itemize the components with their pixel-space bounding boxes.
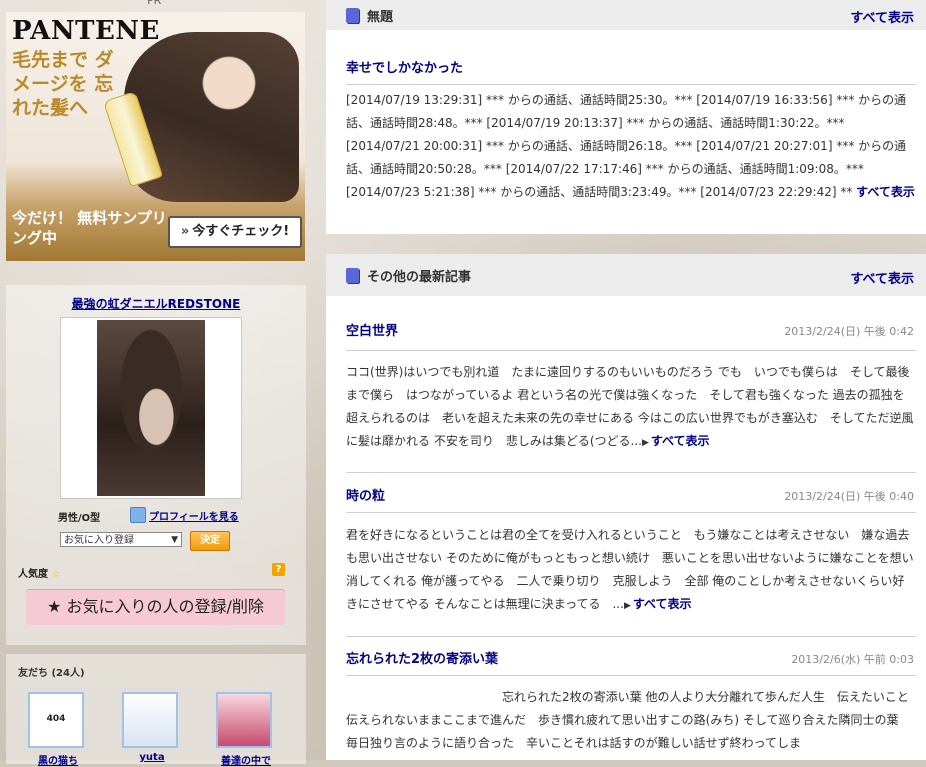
show-all-link[interactable]: すべて表示 bbox=[850, 268, 914, 287]
divider bbox=[346, 350, 916, 351]
entry-body-text: ココ(世界)はいつでも別れ道 たまに遠回りするのもいいものだろう でも いつでも… bbox=[346, 365, 914, 448]
divider bbox=[346, 675, 916, 676]
decide-button[interactable]: 決定 bbox=[190, 531, 230, 551]
left-sidebar: PR PANTENE 毛先まで ダメージを 忘れた髪へ 今だけ！ 無料サンプリン… bbox=[0, 0, 316, 767]
profile-gender: 男性/O型 bbox=[58, 513, 101, 524]
recent-articles-panel: その他の最新記事 すべて表示 空白世界 2013/2/24(日) 午後 0:42… bbox=[326, 254, 926, 760]
inline-show-all-label: すべて表示 bbox=[632, 597, 692, 611]
panel-header: 無題 すべて表示 bbox=[326, 0, 926, 30]
inline-show-all-link[interactable]: ▶ すべて表示 bbox=[624, 597, 692, 611]
divider bbox=[346, 636, 916, 637]
entry-title-link[interactable]: 幸せでしかなかった bbox=[346, 57, 463, 76]
entry-date: 2013/2/6(水) 午前 0:03 bbox=[791, 653, 914, 666]
pr-label: PR bbox=[147, 0, 162, 7]
entry-date: 2013/2/24(日) 午後 0:42 bbox=[784, 325, 914, 338]
star-icon: ☆ bbox=[51, 569, 61, 580]
favorite-select-value: お気に入り登録 bbox=[64, 535, 134, 546]
triangle-right-icon: ▶ bbox=[641, 438, 649, 448]
inline-show-all-label: すべて表示 bbox=[650, 434, 710, 448]
entry-title-link[interactable]: 空白世界 bbox=[346, 320, 398, 339]
friends-title: 友だち (24人) bbox=[18, 668, 85, 679]
ad-promo: 今だけ！ 無料サンプリング中 bbox=[12, 209, 167, 247]
ad-brand: PANTENE bbox=[12, 16, 160, 46]
profile-icon bbox=[130, 507, 146, 523]
favorite-select[interactable]: お気に入り登録 ▼ bbox=[60, 532, 182, 547]
entry-body: 君を好きになるということは君の全てを受け入れるということ もう嫌なことは考えさせ… bbox=[346, 524, 916, 618]
book-icon bbox=[346, 268, 359, 283]
divider bbox=[346, 512, 916, 513]
triangle-right-icon: ▶ bbox=[623, 601, 631, 611]
popularity-text: 人気度 bbox=[18, 569, 48, 580]
entry-title-link[interactable]: 時の粒 bbox=[346, 485, 385, 504]
friend-thumbnail[interactable] bbox=[216, 692, 272, 748]
entry-title-link[interactable]: 忘れられた2枚の寄添い葉 bbox=[346, 648, 498, 667]
popularity-label: 人気度 ☆ bbox=[18, 565, 60, 580]
friend-thumbnail[interactable] bbox=[122, 692, 178, 748]
panel-header: その他の最新記事 すべて表示 bbox=[326, 254, 926, 296]
profile-photo[interactable] bbox=[97, 320, 205, 496]
inline-show-all-link[interactable]: すべて表示 bbox=[856, 185, 915, 199]
entry-body: ココ(世界)はいつでも別れ道 たまに遠回りするのもいいものだろう でも いつでも… bbox=[346, 361, 916, 455]
entry-body: [2014/07/19 13:29:31] *** からの通話、通話時間25:3… bbox=[346, 89, 916, 204]
view-profile-label: プロフィールを見る bbox=[149, 511, 239, 523]
friend-thumb-text: 404 bbox=[46, 714, 66, 724]
favorite-toggle-button[interactable]: ★ お気に入りの人の登録/削除 bbox=[26, 589, 285, 625]
friend-thumbnail[interactable]: 404 bbox=[28, 692, 84, 748]
dropdown-caret-icon: ▼ bbox=[171, 535, 178, 545]
untitled-panel: 無題 すべて表示 幸せでしかなかった [2014/07/19 13:29:31]… bbox=[326, 0, 926, 234]
ad-cta-label: 今すぐチェック! bbox=[192, 224, 290, 239]
entry-date: 2013/2/24(日) 午後 0:40 bbox=[784, 490, 914, 503]
friend-item[interactable]: 404 黒の猫ち bbox=[28, 692, 88, 767]
profile-photo-frame[interactable] bbox=[60, 317, 242, 499]
divider bbox=[346, 84, 916, 85]
entry-body-text: [2014/07/19 13:29:31] *** からの通話、通話時間25:3… bbox=[346, 93, 907, 199]
panel-title: 無題 bbox=[367, 10, 394, 25]
ad-copy: 毛先まで ダメージを 忘れた髪へ bbox=[12, 49, 114, 119]
friend-item[interactable]: 善達の中で bbox=[216, 692, 276, 767]
view-profile-link[interactable]: プロフィールを見る bbox=[130, 507, 239, 523]
help-icon[interactable]: ? bbox=[272, 563, 285, 576]
profile-box: 最強の虹ダニエルREDSTONE 男性/O型 プロフィールを見る お気に入り登録… bbox=[6, 285, 306, 645]
panel-title: その他の最新記事 bbox=[367, 270, 472, 285]
double-chevron-icon: » bbox=[180, 224, 190, 239]
book-icon bbox=[346, 8, 359, 23]
friend-name-link[interactable]: yuta bbox=[122, 752, 182, 763]
inline-show-all-link[interactable]: ▶ すべて表示 bbox=[642, 434, 710, 448]
show-all-link[interactable]: すべて表示 bbox=[850, 7, 914, 26]
ad-cta-button[interactable]: » 今すぐチェック! bbox=[168, 216, 302, 248]
friends-box: 友だち (24人) 404 黒の猫ち yuta 善達の中で bbox=[6, 654, 306, 767]
divider bbox=[346, 472, 916, 473]
friend-item[interactable]: yuta bbox=[122, 692, 182, 763]
entry-body: 忘れられた2枚の寄添い葉 他の人より大分離れて歩んだ人生 伝えたいこと伝えられな… bbox=[346, 690, 911, 750]
profile-name-link[interactable]: 最強の虹ダニエルREDSTONE bbox=[6, 295, 306, 312]
pantene-ad-banner[interactable]: PANTENE 毛先まで ダメージを 忘れた髪へ 今だけ！ 無料サンプリング中 … bbox=[6, 12, 305, 261]
